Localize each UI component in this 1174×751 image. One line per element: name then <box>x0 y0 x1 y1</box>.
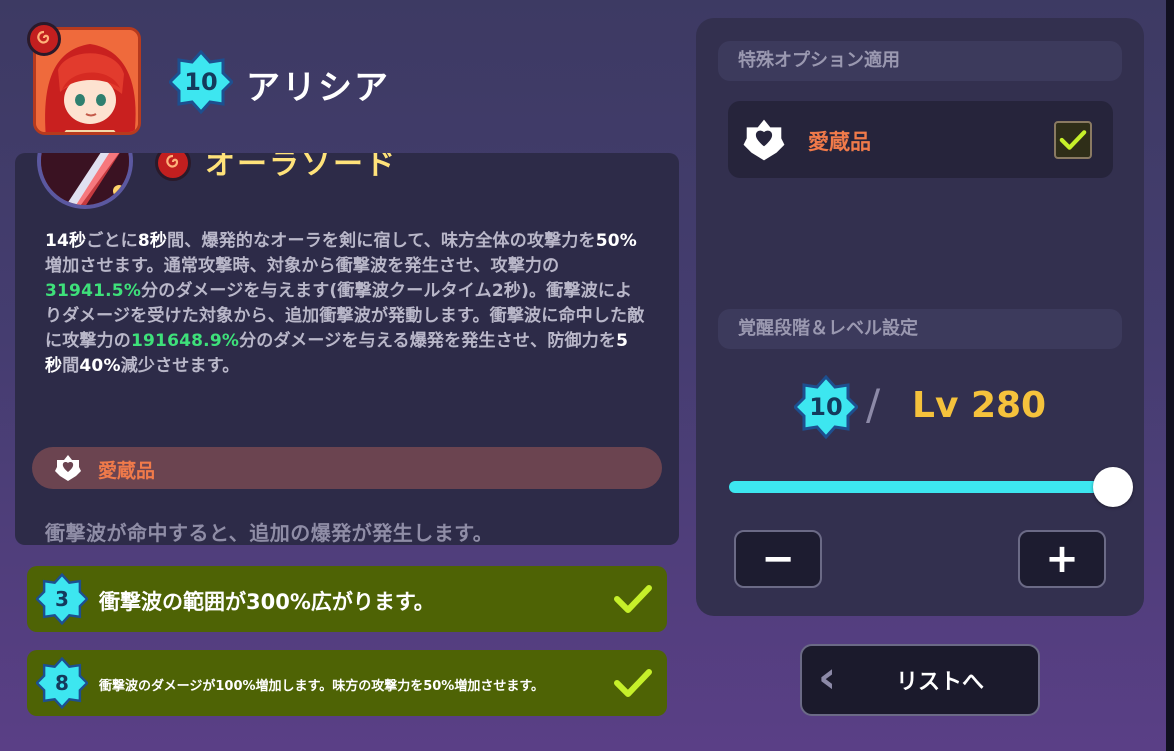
skill-element-icon <box>155 153 191 181</box>
level-increase-button[interactable]: + <box>1018 530 1106 588</box>
treasure-icon <box>55 455 81 481</box>
treasure-icon <box>743 119 785 161</box>
skill-panel[interactable]: オーラソード 14秒ごとに8秒間、爆発的なオーラを剣に宿して、味方全体の攻撃力を… <box>15 153 679 545</box>
treasure-checkbox[interactable] <box>1054 121 1092 159</box>
level-divider: / <box>866 380 881 429</box>
chevron-left-icon: ‹ <box>818 652 837 703</box>
option-text: 衝撃波のダメージが100%増加します。味方の攻撃力を50%増加させます。 <box>99 679 545 694</box>
level-slider-fill <box>729 481 1113 493</box>
level-slider-thumb[interactable] <box>1093 467 1133 507</box>
awakening-selector-badge: 10 <box>794 375 858 439</box>
option-level-badge: 3 <box>36 573 88 625</box>
check-icon <box>1059 130 1087 150</box>
skill-icon <box>37 153 133 209</box>
option-row-8[interactable]: 8 衝撃波のダメージが100%増加します。味方の攻撃力を50%増加させます。 <box>27 650 667 716</box>
skill-description: 14秒ごとに8秒間、爆発的なオーラを剣に宿して、味方全体の攻撃力を50%増加させ… <box>45 231 645 376</box>
plus-icon: + <box>1045 536 1079 582</box>
level-value: Lv 280 <box>912 385 1047 426</box>
check-icon <box>614 585 652 613</box>
treasure-toggle-row[interactable]: 愛蔵品 <box>728 101 1113 178</box>
skill-name: オーラソード <box>205 153 397 182</box>
element-fire-icon <box>27 22 61 56</box>
treasure-label: 愛蔵品 <box>98 460 156 482</box>
option-level-badge: 8 <box>36 657 88 709</box>
minus-icon: − <box>761 536 795 582</box>
option-row-3[interactable]: 3 衝撃波の範囲が300%広がります。 <box>27 566 667 632</box>
check-icon <box>614 669 652 697</box>
back-button-label: リストへ <box>895 670 984 695</box>
special-option-header: 特殊オプション適用 <box>718 41 1122 81</box>
level-decrease-button[interactable]: − <box>734 530 822 588</box>
treasure-toggle-label: 愛蔵品 <box>808 130 871 154</box>
back-to-list-button[interactable]: ‹ リストへ <box>800 644 1040 716</box>
option-text: 衝撃波の範囲が300%広がります。 <box>99 590 435 614</box>
character-name: アリシア <box>246 68 390 108</box>
level-slider-track[interactable] <box>729 467 1133 507</box>
screen-edge <box>1166 0 1174 751</box>
awakening-badge: 10 <box>169 50 233 114</box>
treasure-banner: 愛蔵品 <box>32 447 662 489</box>
level-setting-header: 覚醒段階＆レベル設定 <box>718 309 1122 349</box>
treasure-effect: 衝撃波が命中すると、追加の爆発が発生します。 <box>45 521 494 545</box>
